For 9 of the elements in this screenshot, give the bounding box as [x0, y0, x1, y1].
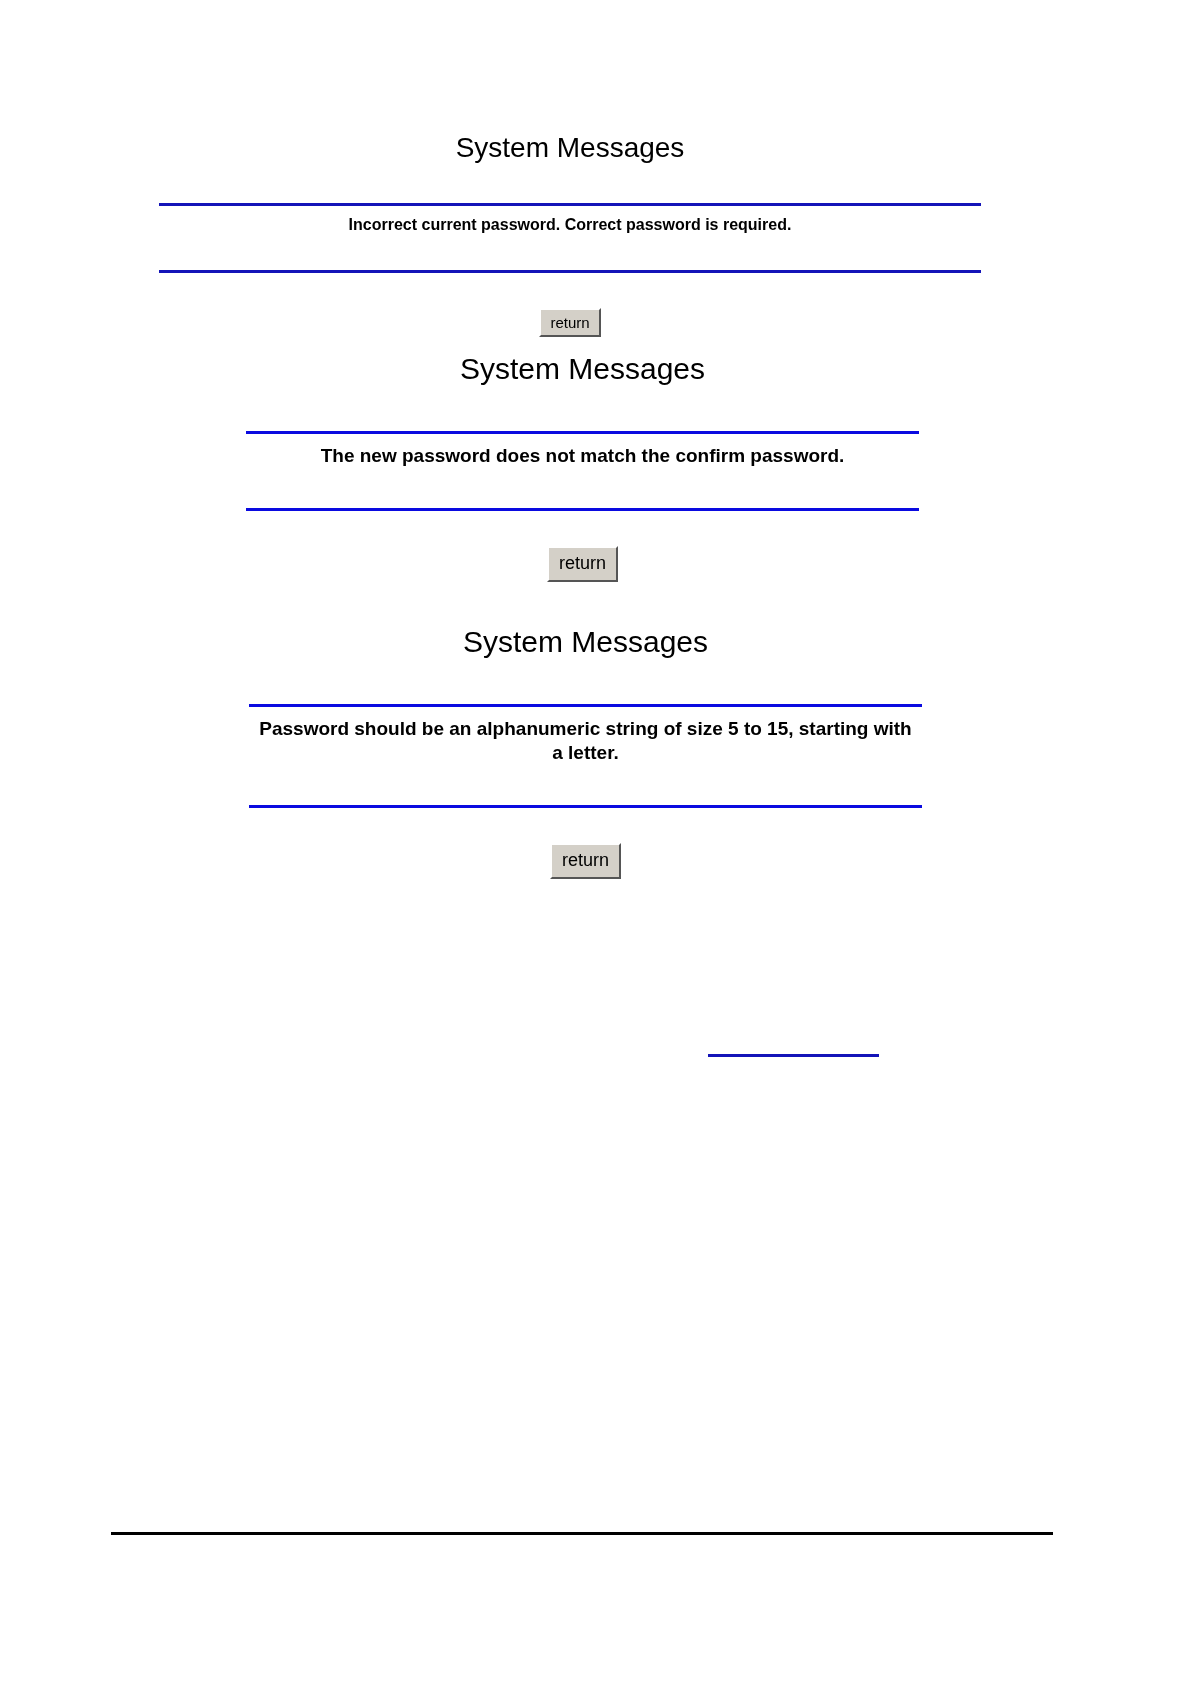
- return-button[interactable]: return: [547, 546, 618, 582]
- error-message: Password should be an alphanumeric string of size 5 to 15, starting with a letter.: [258, 717, 913, 765]
- error-message: Incorrect current password. Correct password is required.: [347, 215, 793, 235]
- error-message: The new password does not match the confirm password.: [319, 444, 846, 468]
- page-title: System Messages: [459, 351, 706, 387]
- return-button[interactable]: return: [550, 843, 621, 879]
- page-title: System Messages: [462, 624, 709, 660]
- return-button[interactable]: return: [539, 308, 601, 337]
- page-title: System Messages: [455, 131, 685, 165]
